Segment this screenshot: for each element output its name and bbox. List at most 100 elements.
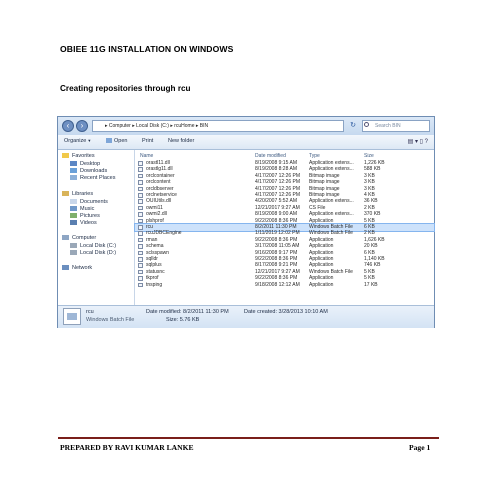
- print-button[interactable]: Print: [142, 138, 153, 144]
- file-size: 17 KB: [364, 281, 378, 288]
- nav-favorites-label: Favorites: [72, 153, 95, 159]
- print-label: Print: [142, 138, 154, 144]
- network-icon: [62, 265, 69, 270]
- file-list: Name Date modified Type Size orastl11.dl…: [134, 150, 435, 305]
- file-icon: [138, 263, 143, 268]
- desktop-icon: [70, 161, 77, 166]
- open-label: Open: [114, 138, 128, 144]
- file-icon: [138, 282, 143, 288]
- file-icon: [138, 257, 143, 262]
- nav-pictures-label: Pictures: [80, 213, 100, 219]
- address-field[interactable]: ▸ Computer ▸ Local Disk (C:) ▸ rcuHome ▸…: [92, 120, 344, 132]
- file-icon: [138, 276, 143, 281]
- explorer-window-screenshot: ‹ › ▸ Computer ▸ Local Disk (C:) ▸ rcuHo…: [57, 116, 435, 328]
- nav-videos-label: Videos: [80, 220, 97, 226]
- new-folder-button[interactable]: New folder: [168, 138, 194, 144]
- details-date-modified: Date modified: 8/2/2011 11:30 PM: [146, 309, 229, 315]
- drive-icon: [70, 250, 77, 255]
- page-number: Page 1: [409, 443, 431, 452]
- nav-videos[interactable]: Videos: [70, 220, 97, 226]
- search-input[interactable]: Search BIN: [362, 120, 430, 132]
- drive-icon: [70, 243, 77, 248]
- open-icon: [106, 138, 112, 143]
- file-icon: [138, 186, 143, 192]
- organize-button[interactable]: Organize▼: [64, 138, 91, 144]
- pictures-icon: [70, 213, 77, 218]
- organize-label: Organize: [64, 138, 87, 144]
- file-icon: [138, 244, 143, 249]
- details-size: Size: 5.76 KB: [166, 317, 200, 323]
- file-icon: [138, 199, 143, 204]
- file-date-modified: 9/18/2008 12:12 AM: [255, 281, 300, 288]
- column-name[interactable]: Name: [140, 153, 153, 159]
- nav-libraries[interactable]: Libraries: [62, 191, 93, 197]
- file-icon: [138, 212, 143, 217]
- nav-favorites[interactable]: Favorites: [62, 153, 95, 159]
- nav-local-disk-d[interactable]: Local Disk (D:): [70, 250, 116, 256]
- navigation-pane: Favorites Desktop Downloads Recent Place…: [58, 150, 135, 305]
- file-icon: [138, 250, 143, 256]
- refresh-icon[interactable]: ↻: [347, 120, 359, 132]
- nav-network-label: Network: [72, 265, 93, 271]
- back-icon[interactable]: ‹: [62, 120, 74, 132]
- nav-downloads[interactable]: Downloads: [70, 168, 107, 174]
- nav-local-disk-c-label: Local Disk (C:): [80, 243, 117, 249]
- file-icon: [138, 225, 143, 230]
- address-bar-row: ‹ › ▸ Computer ▸ Local Disk (C:) ▸ rcuHo…: [58, 117, 434, 135]
- file-icon: [138, 237, 143, 243]
- open-button[interactable]: Open: [106, 138, 127, 144]
- nav-libraries-label: Libraries: [72, 191, 94, 197]
- nav-computer-label: Computer: [72, 235, 97, 241]
- file-icon: [138, 218, 143, 224]
- nav-network[interactable]: Network: [62, 265, 92, 271]
- details-date-created: Date created: 3/28/2013 10:10 AM: [244, 309, 328, 315]
- file-icon: [138, 167, 143, 172]
- nav-recent-places-label: Recent Places: [80, 175, 116, 181]
- nav-music-label: Music: [80, 206, 95, 212]
- nav-local-disk-c[interactable]: Local Disk (C:): [70, 243, 116, 249]
- file-icon: [138, 173, 143, 179]
- star-icon: [62, 153, 69, 158]
- file-icon: [138, 180, 143, 185]
- file-row[interactable]: tnsping 9/18/2008 12:12 AM Application 17 K…: [135, 282, 434, 289]
- column-type[interactable]: Type: [309, 153, 320, 159]
- recent-places-icon: [70, 175, 77, 180]
- downloads-icon: [70, 168, 77, 173]
- nav-recent-places[interactable]: Recent Places: [70, 175, 115, 181]
- forward-icon[interactable]: ›: [76, 120, 88, 132]
- videos-icon: [70, 220, 77, 225]
- libraries-icon: [62, 191, 69, 196]
- column-date-modified[interactable]: Date modified: [255, 153, 286, 159]
- computer-icon: [62, 235, 69, 240]
- nav-documents[interactable]: Documents: [70, 199, 108, 205]
- documents-icon: [70, 199, 77, 204]
- details-pane: rcu Windows Batch File Date modified: 8/…: [58, 305, 434, 328]
- column-size[interactable]: Size: [364, 153, 374, 159]
- details-type: Windows Batch File: [86, 317, 135, 323]
- music-icon: [70, 206, 77, 211]
- nav-local-disk-d-label: Local Disk (D:): [80, 250, 117, 256]
- nav-desktop[interactable]: Desktop: [70, 161, 100, 167]
- file-type: Application: [309, 281, 334, 288]
- document-subtitle: Creating repositories through rcu: [60, 84, 191, 93]
- nav-documents-label: Documents: [80, 199, 108, 205]
- file-name: tnsping: [146, 281, 163, 288]
- document-title: OBIEE 11G INSTALLATION ON WINDOWS: [60, 44, 234, 54]
- file-icon: [138, 269, 143, 275]
- footer-rule: [58, 437, 439, 439]
- batch-file-icon: [63, 308, 81, 325]
- file-icon: [138, 231, 143, 236]
- command-toolbar: Organize▼ Open Print New folder ▤ ▾ ▯ ?: [58, 135, 434, 150]
- search-icon: [364, 122, 369, 127]
- new-folder-label: New folder: [168, 138, 195, 144]
- nav-computer[interactable]: Computer: [62, 235, 96, 241]
- file-icon: [138, 193, 143, 198]
- file-icon: [138, 205, 143, 211]
- nav-downloads-label: Downloads: [80, 168, 108, 174]
- nav-pictures[interactable]: Pictures: [70, 213, 100, 219]
- chevron-down-icon: ▼: [87, 138, 92, 143]
- nav-music[interactable]: Music: [70, 206, 94, 212]
- nav-desktop-label: Desktop: [80, 161, 101, 167]
- view-options-icon[interactable]: ▤ ▾ ▯ ?: [408, 138, 428, 145]
- file-icon: [138, 161, 143, 166]
